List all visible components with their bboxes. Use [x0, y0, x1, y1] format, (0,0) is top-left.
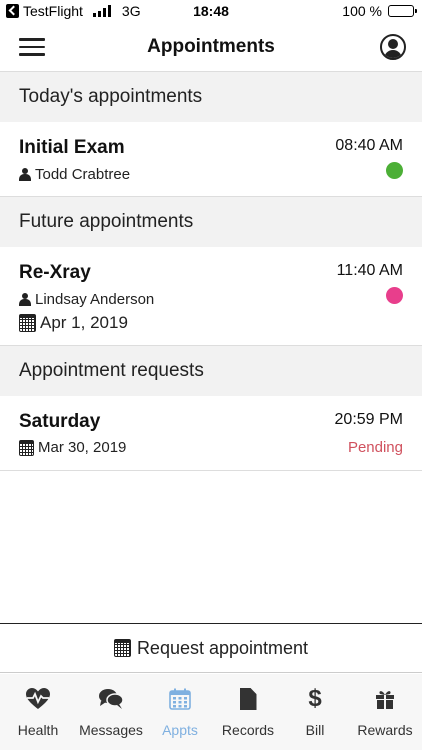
tab-rewards[interactable]: Rewards: [348, 674, 422, 750]
signal-strength-icon: [92, 5, 111, 17]
appointment-time: 11:40 AM: [336, 262, 403, 279]
provider-name: Todd Crabtree: [35, 166, 131, 183]
status-dot-green: [386, 162, 403, 179]
tab-label: Messages: [79, 722, 143, 738]
tab-appts[interactable]: Appts: [146, 674, 214, 750]
appointment-title: Initial Exam: [19, 137, 125, 158]
appointment-row-today[interactable]: Initial Exam 08:40 AM Todd Crabtree: [0, 122, 422, 197]
section-header-today: Today's appointments: [0, 72, 422, 122]
tab-label: Health: [17, 722, 59, 738]
tab-label: Bill: [305, 722, 325, 738]
appointment-row-future[interactable]: Re-Xray 11:40 AM Lindsay Anderson Apr 1,…: [0, 247, 422, 346]
gift-icon: [374, 686, 396, 712]
nav-header: Appointments: [0, 24, 422, 72]
section-header-requests: Appointment requests: [0, 346, 422, 396]
tab-bar: Health Messages Appts Records $ Bill Rew…: [0, 674, 422, 750]
request-status-badge: Pending: [347, 439, 403, 456]
tab-label: Rewards: [357, 722, 413, 738]
back-app-label[interactable]: TestFlight: [23, 3, 83, 19]
appointment-time: 20:59 PM: [334, 411, 403, 428]
appointment-date-text: Apr 1, 2019: [40, 313, 128, 332]
tab-health[interactable]: Health: [0, 674, 76, 750]
appointment-time: 08:40 AM: [335, 137, 403, 154]
status-left: TestFlight 3G: [6, 3, 141, 19]
doctor-icon: [19, 168, 31, 181]
calendar-icon: [169, 686, 191, 712]
profile-avatar-icon[interactable]: [380, 34, 406, 60]
tab-label: Records: [221, 722, 275, 738]
doctor-icon: [19, 293, 31, 306]
appointment-title: Saturday: [19, 411, 101, 432]
tab-bill[interactable]: $ Bill: [282, 674, 348, 750]
tab-records[interactable]: Records: [214, 674, 282, 750]
appointment-provider: Lindsay Anderson: [19, 291, 154, 308]
tab-label: Appts: [162, 722, 198, 738]
status-dot-pink: [386, 287, 403, 304]
hamburger-menu-icon[interactable]: [19, 38, 45, 58]
appointment-title: Re-Xray: [19, 262, 91, 283]
appointment-request-row[interactable]: Saturday 20:59 PM Mar 30, 2019 Pending: [0, 396, 422, 471]
network-type: 3G: [121, 3, 141, 19]
request-appointment-label: Request appointment: [136, 637, 309, 658]
battery-percent: 100 %: [342, 3, 382, 19]
appointment-date: Apr 1, 2019: [19, 313, 128, 333]
battery-icon: [388, 5, 417, 17]
status-right: 100 %: [342, 3, 417, 19]
page-title: Appointments: [147, 36, 275, 57]
provider-name: Lindsay Anderson: [35, 291, 155, 308]
request-appointment-button[interactable]: Request appointment: [0, 623, 422, 673]
appointment-provider: Todd Crabtree: [19, 166, 130, 183]
section-header-future: Future appointments: [0, 197, 422, 247]
chat-bubbles-icon: [98, 686, 124, 712]
document-icon: [239, 686, 257, 712]
calendar-icon: [19, 314, 36, 332]
appointments-list: Today's appointments Initial Exam 08:40 …: [0, 72, 422, 471]
calendar-icon: [113, 639, 131, 657]
dollar-icon: $: [308, 685, 322, 712]
back-to-app-icon[interactable]: [6, 4, 19, 18]
appointment-date: Mar 30, 2019: [19, 439, 126, 456]
appointment-date-text: Mar 30, 2019: [38, 439, 127, 456]
tab-messages[interactable]: Messages: [76, 674, 146, 750]
calendar-icon: [19, 439, 34, 456]
heartbeat-icon: [25, 686, 51, 712]
status-bar: TestFlight 3G 18:48 100 %: [0, 0, 422, 24]
